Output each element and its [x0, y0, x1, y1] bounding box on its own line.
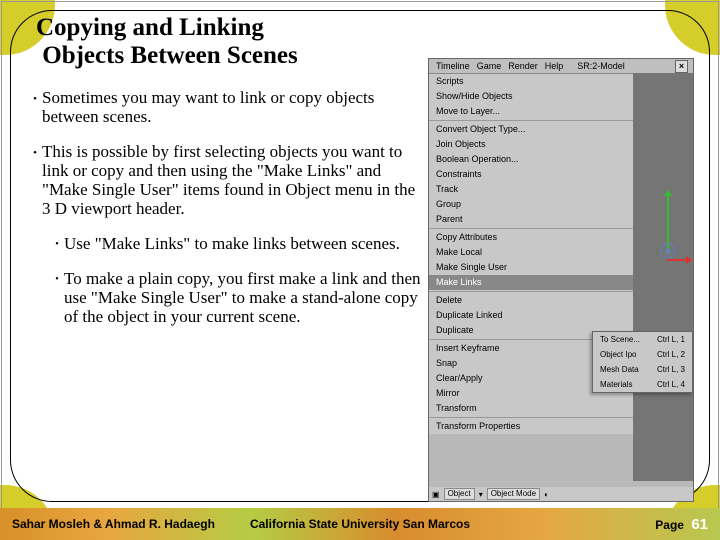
topbar-item[interactable]: Timeline — [436, 61, 470, 71]
close-icon[interactable]: × — [675, 60, 688, 73]
menu-item-label: Transform Properties — [436, 421, 520, 431]
page-number: 61 — [691, 516, 708, 533]
menu-item-label: Make Links — [436, 277, 482, 287]
bullet-dot-icon: • — [28, 88, 42, 126]
bullet-dot-icon: • — [50, 234, 64, 253]
menu-item-label: Duplicate — [436, 325, 474, 335]
submenu-item[interactable]: Mesh Data Ctrl L, 3 — [593, 362, 692, 377]
menu-item-label: Copy Attributes — [436, 232, 497, 242]
menu-item-label: Boolean Operation... — [436, 154, 519, 164]
submenu-item[interactable]: Object Ipo Ctrl L, 2 — [593, 347, 692, 362]
bullet-text: This is possible by first selecting obje… — [42, 142, 426, 218]
menu-item-label: Show/Hide Objects — [436, 91, 513, 101]
topbar-item[interactable]: SR:2-Model — [577, 61, 625, 71]
sub-bullet-item: • Use "Make Links" to make links between… — [50, 234, 426, 253]
submenu-item-shortcut: Ctrl L, 4 — [657, 380, 685, 389]
menu-item-label: Delete — [436, 295, 462, 305]
mode-label[interactable]: Object — [444, 488, 475, 500]
menu-item-label: Join Objects — [436, 139, 486, 149]
corner-decoration — [665, 0, 720, 55]
make-links-submenu: To Scene... Ctrl L, 1 Object Ipo Ctrl L, 2 M… — [592, 331, 693, 393]
slide-footer: Sahar Mosleh & Ahmad R. Hadaegh Californ… — [0, 508, 720, 540]
shading-icon[interactable]: ◐ — [544, 490, 549, 499]
bullet-dot-icon: • — [28, 142, 42, 218]
bullet-dot-icon: • — [50, 269, 64, 326]
title-line-2: Objects Between Scenes — [42, 42, 298, 69]
slide-body: • Sometimes you may want to link or copy… — [28, 88, 426, 342]
submenu-item[interactable]: To Scene... Ctrl L, 1 — [593, 332, 692, 347]
menu-item-label: Track — [436, 184, 458, 194]
3d-viewport[interactable] — [633, 73, 693, 481]
bullet-item: • This is possible by first selecting ob… — [28, 142, 426, 218]
topbar-item[interactable]: Render — [508, 61, 538, 71]
submenu-item-label: To Scene... — [600, 335, 640, 344]
menu-item-label: Scripts — [436, 76, 464, 86]
menu-item-label: Convert Object Type... — [436, 124, 525, 134]
submenu-item-shortcut: Ctrl L, 2 — [657, 350, 685, 359]
menu-item-label: Snap — [436, 358, 457, 368]
dropdown-icon[interactable]: ▾ — [479, 490, 483, 499]
app-topbar: Timeline Game Render Help SR:2-Model × — [429, 59, 693, 74]
footer-page: Page 61 — [655, 516, 708, 533]
menu-item-label: Make Single User — [436, 262, 507, 272]
topbar-item[interactable]: Game — [477, 61, 502, 71]
menu-item-label: Make Local — [436, 247, 482, 257]
submenu-item-shortcut: Ctrl L, 3 — [657, 365, 685, 374]
menu-item-label: Group — [436, 199, 461, 209]
menu-item-label: Duplicate Linked — [436, 310, 503, 320]
submenu-item-label: Object Ipo — [600, 350, 636, 359]
submenu-item-shortcut: Ctrl L, 1 — [657, 335, 685, 344]
menu-item-label: Mirror — [436, 388, 460, 398]
submenu-item-label: Materials — [600, 380, 632, 389]
bullet-text: Use "Make Links" to make links between s… — [64, 234, 400, 253]
axis-y-arrow-icon — [664, 190, 672, 196]
mode-selector[interactable]: Object Mode — [487, 488, 540, 500]
slide-title: Copying and Linking Objects Between Scen… — [36, 14, 298, 70]
viewport-header: ▣ Object ▾ Object Mode ◐ — [429, 487, 693, 501]
submenu-item-label: Mesh Data — [600, 365, 639, 374]
menu-item-label: Parent — [436, 214, 463, 224]
bullet-item: • Sometimes you may want to link or copy… — [28, 88, 426, 126]
footer-authors: Sahar Mosleh & Ahmad R. Hadaegh — [12, 517, 215, 531]
bullet-text: Sometimes you may want to link or copy o… — [42, 88, 426, 126]
footer-institution: California State University San Marcos — [250, 517, 470, 531]
menu-item-label: Clear/Apply — [436, 373, 483, 383]
sub-bullet-item: • To make a plain copy, you first make a… — [50, 269, 426, 326]
title-line-1: Copying and Linking — [36, 14, 264, 41]
slide: Copying and Linking Objects Between Scen… — [0, 0, 720, 540]
submenu-item[interactable]: Materials Ctrl L, 4 — [593, 377, 692, 392]
menu-item-label: Constraints — [436, 169, 482, 179]
topbar-item[interactable]: Help — [545, 61, 564, 71]
panel-icon[interactable]: ▣ — [432, 490, 440, 499]
menu-item-label: Transform — [436, 403, 477, 413]
menu-item-label: Move to Layer... — [436, 106, 500, 116]
app-screenshot: Timeline Game Render Help SR:2-Model × S… — [428, 58, 694, 502]
axis-x-arrow-icon — [686, 256, 692, 264]
menu-item-label: Insert Keyframe — [436, 343, 500, 353]
bullet-text: To make a plain copy, you first make a l… — [64, 269, 426, 326]
